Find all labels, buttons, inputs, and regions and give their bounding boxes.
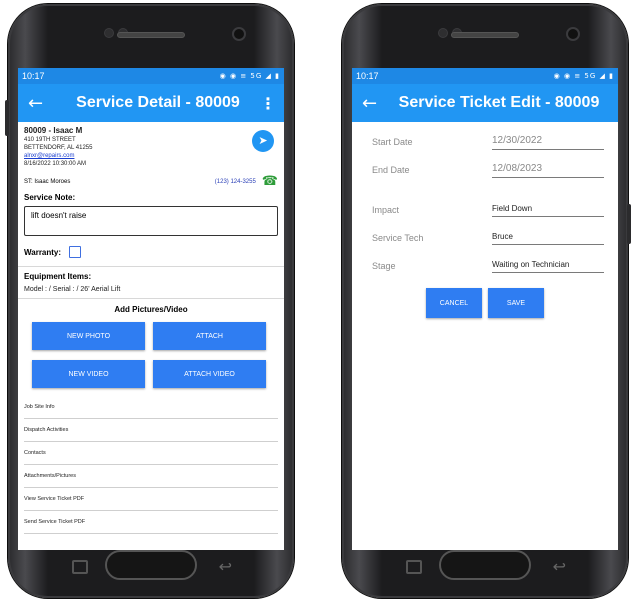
equipment-items-title: Equipment Items: [24, 272, 92, 281]
save-button[interactable]: SAVE [488, 288, 544, 318]
stage-label: Stage [372, 261, 396, 271]
status-icons: ◉ ◉ ≡ 5G ◢ ▮ [219, 72, 280, 80]
attach-button[interactable]: ATTACH [153, 322, 266, 350]
sensor [438, 28, 448, 38]
status-time: 10:17 [22, 71, 45, 81]
impact-select[interactable]: Field Down [492, 204, 604, 217]
menu-item-job-site-info[interactable]: Job Site Info [24, 396, 278, 419]
screen-service-ticket-edit: 10:17 ◉ ◉ ≡ 5G ◢ ▮ ← Service Ticket Edit… [352, 68, 618, 550]
start-date-field[interactable]: 12/30/2022 [492, 135, 604, 150]
impact-row: Impact Field Down [372, 196, 618, 224]
service-note-input[interactable]: lift doesn't raise [24, 206, 278, 236]
ticket-datetime: 8/16/2022 10:30:00 AM [24, 161, 87, 167]
warranty-label: Warranty: [24, 247, 62, 257]
overflow-menu-icon[interactable]: ⋮ [260, 94, 276, 113]
volume-button [5, 100, 9, 136]
service-tech-select[interactable]: Bruce [492, 232, 604, 245]
attach-video-button[interactable]: ATTACH VIDEO [153, 360, 266, 388]
screenshot-stage: 10:17 ◉ ◉ ≡ 5G ◢ ▮ ← Service Detail - 80… [0, 0, 640, 602]
status-icons: ◉ ◉ ≡ 5G ◢ ▮ [553, 72, 614, 80]
power-button [627, 204, 631, 244]
new-photo-button[interactable]: NEW PHOTO [32, 322, 145, 350]
detail-menu-list: Job Site Info Dispatch Activities Contac… [18, 396, 284, 534]
impact-label: Impact [372, 205, 400, 215]
start-date-row: Start Date 12/30/2022 [372, 128, 618, 156]
service-tech-phone-link[interactable]: (123) 124-3255 [215, 179, 256, 185]
back-arrow-icon[interactable]: ← [28, 93, 56, 114]
service-tech-row: ST: Isaac Moroes (123) 124-3255 ☎ [18, 168, 284, 189]
page-title: Service Detail - 80009 [76, 94, 240, 111]
cancel-button[interactable]: CANCEL [426, 288, 482, 318]
earpiece-speaker [117, 32, 185, 38]
menu-item-send-pdf[interactable]: Send Service Ticket PDF [24, 511, 278, 534]
phone-frame-left: 10:17 ◉ ◉ ≡ 5G ◢ ▮ ← Service Detail - 80… [5, 4, 294, 598]
home-button[interactable] [105, 550, 197, 580]
customer-info: 80009 - Isaac M 410 19TH STREET BETTENDO… [18, 122, 284, 168]
equipment-item-line: Model : / Serial : / 26' Aerial Lift [24, 286, 121, 293]
end-date-row: End Date 12/08/2023 [372, 156, 618, 184]
start-date-label: Start Date [372, 137, 413, 147]
front-camera [566, 27, 580, 41]
add-pictures-title: Add Pictures/Video [114, 305, 188, 314]
ticket-edit-form: Start Date 12/30/2022 End Date 12/08/202… [352, 122, 618, 280]
service-note-label: Service Note: [24, 193, 76, 202]
service-tech-label: ST: Isaac Moroes [24, 178, 71, 185]
page-title: Service Ticket Edit - 80009 [398, 94, 600, 111]
menu-item-attachments[interactable]: Attachments/Pictures [24, 465, 278, 488]
menu-item-dispatch-activities[interactable]: Dispatch Activities [24, 419, 278, 442]
hardware-back-icon[interactable]: ↩ [219, 557, 232, 576]
front-camera [232, 27, 246, 41]
status-bar: 10:17 ◉ ◉ ≡ 5G ◢ ▮ [352, 68, 618, 84]
service-tech-label: Service Tech [372, 233, 424, 243]
app-bar: ← Service Ticket Edit - 80009 [352, 84, 618, 122]
end-date-label: End Date [372, 165, 410, 175]
service-tech-row: Service Tech Bruce [372, 224, 618, 252]
screen-service-detail: 10:17 ◉ ◉ ≡ 5G ◢ ▮ ← Service Detail - 80… [18, 68, 284, 550]
form-actions: CANCEL SAVE [352, 288, 618, 318]
back-arrow-icon[interactable]: ← [362, 93, 390, 114]
earpiece-speaker [451, 32, 519, 38]
customer-address-line2: BETTENDORF, AL 41255 [24, 145, 93, 151]
media-buttons: NEW PHOTO ATTACH NEW VIDEO ATTACH VIDEO [18, 314, 284, 388]
status-time: 10:17 [356, 71, 379, 81]
end-date-field[interactable]: 12/08/2023 [492, 163, 604, 178]
hardware-back-icon[interactable]: ↩ [553, 557, 566, 576]
app-bar: ← Service Detail - 80009 ⋮ [18, 84, 284, 122]
new-video-button[interactable]: NEW VIDEO [32, 360, 145, 388]
customer-name: 80009 - Isaac M [24, 126, 83, 135]
recent-apps-button[interactable] [406, 560, 422, 574]
status-bar: 10:17 ◉ ◉ ≡ 5G ◢ ▮ [18, 68, 284, 84]
stage-select[interactable]: Waiting on Technician [492, 260, 604, 273]
phone-frame-right: 10:17 ◉ ◉ ≡ 5G ◢ ▮ ← Service Ticket Edit… [342, 4, 631, 598]
customer-email-link[interactable]: alnxr@repairs.com [24, 152, 278, 160]
sensor [104, 28, 114, 38]
phone-call-icon[interactable]: ☎ [262, 174, 278, 189]
navigate-icon[interactable]: ➤ [252, 130, 274, 152]
warranty-row: Warranty: [18, 236, 284, 258]
home-button[interactable] [439, 550, 531, 580]
recent-apps-button[interactable] [72, 560, 88, 574]
menu-item-view-pdf[interactable]: View Service Ticket PDF [24, 488, 278, 511]
warranty-checkbox[interactable] [69, 246, 82, 258]
stage-row: Stage Waiting on Technician [372, 252, 618, 280]
customer-address-line1: 410 19TH STREET [24, 137, 76, 143]
menu-item-contacts[interactable]: Contacts [24, 442, 278, 465]
